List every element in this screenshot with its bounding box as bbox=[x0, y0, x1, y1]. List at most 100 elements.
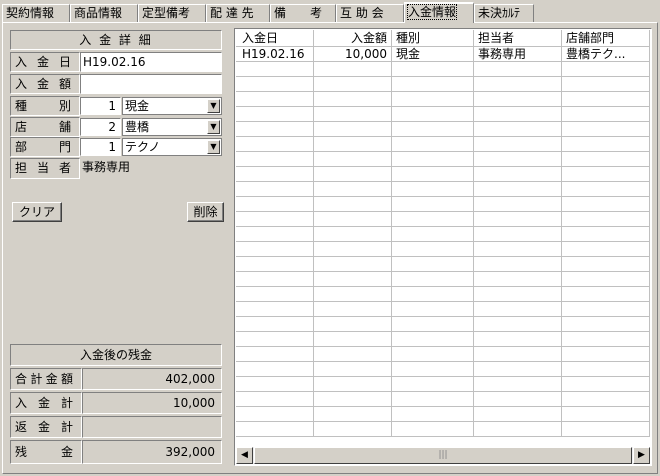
paid-total-value: 10,000 bbox=[82, 392, 222, 414]
tab-remarks[interactable]: 備 考 bbox=[270, 4, 336, 22]
empty-cell bbox=[314, 62, 392, 77]
table-row bbox=[236, 62, 650, 77]
table-row bbox=[236, 287, 650, 302]
empty-cell bbox=[236, 62, 314, 77]
tab-mutual-aid[interactable]: 互 助 会 bbox=[336, 4, 404, 22]
grid-header: 入金日 入金額 種別 担当者 店舗部門 bbox=[236, 30, 650, 47]
empty-cell bbox=[562, 287, 650, 302]
col-header-amount[interactable]: 入金額 bbox=[314, 30, 392, 47]
tab-standard-notes[interactable]: 定型備考 bbox=[138, 4, 206, 22]
delete-button[interactable]: 削除 bbox=[187, 202, 224, 222]
empty-cell bbox=[562, 407, 650, 422]
chevron-down-icon[interactable]: ▼ bbox=[207, 99, 220, 113]
table-row bbox=[236, 122, 650, 137]
empty-cell bbox=[314, 77, 392, 92]
empty-cell bbox=[562, 242, 650, 257]
empty-cell bbox=[314, 227, 392, 242]
amount-field[interactable] bbox=[80, 74, 222, 94]
empty-cell bbox=[236, 257, 314, 272]
balance-title: 入金後の残金 bbox=[10, 344, 222, 366]
dept-label: 部門 bbox=[10, 137, 80, 157]
tab-products[interactable]: 商品情報 bbox=[70, 4, 138, 22]
empty-cell bbox=[474, 152, 562, 167]
empty-cell bbox=[314, 332, 392, 347]
empty-cell bbox=[314, 167, 392, 182]
empty-cell bbox=[392, 137, 474, 152]
tab-pending-chart[interactable]: 未決ｶﾙﾃ bbox=[474, 4, 534, 22]
clear-button[interactable]: クリア bbox=[12, 202, 62, 222]
empty-cell bbox=[392, 347, 474, 362]
table-row[interactable]: H19.02.16 10,000 現金 事務専用 豊橋テク... bbox=[236, 47, 650, 62]
col-header-staff[interactable]: 担当者 bbox=[474, 30, 562, 47]
table-row bbox=[236, 272, 650, 287]
empty-cell bbox=[236, 152, 314, 167]
empty-cell bbox=[474, 317, 562, 332]
empty-cell bbox=[314, 317, 392, 332]
empty-cell bbox=[392, 107, 474, 122]
arrow-left-icon[interactable]: ◀ bbox=[236, 447, 253, 464]
tab-label: 互 助 会 bbox=[340, 6, 384, 20]
horizontal-scrollbar[interactable]: ◀ ||| ▶ bbox=[236, 447, 650, 464]
empty-cell bbox=[474, 257, 562, 272]
arrow-right-icon[interactable]: ▶ bbox=[633, 447, 650, 464]
empty-cell bbox=[474, 137, 562, 152]
empty-cell bbox=[474, 242, 562, 257]
empty-cell bbox=[392, 227, 474, 242]
empty-cell bbox=[562, 362, 650, 377]
col-header-type[interactable]: 種別 bbox=[392, 30, 474, 47]
empty-cell bbox=[236, 347, 314, 362]
chevron-down-icon[interactable]: ▼ bbox=[207, 120, 220, 134]
empty-cell bbox=[236, 422, 314, 437]
table-row bbox=[236, 422, 650, 437]
empty-cell bbox=[236, 77, 314, 92]
store-code-field[interactable]: 2 bbox=[80, 118, 121, 136]
tab-strip: 契約情報 商品情報 定型備考 配 達 先 備 考 互 助 会 入金情報 未決ｶﾙ… bbox=[0, 0, 660, 23]
empty-cell bbox=[236, 392, 314, 407]
empty-cell bbox=[562, 212, 650, 227]
empty-cell bbox=[236, 227, 314, 242]
chevron-down-icon[interactable]: ▼ bbox=[207, 140, 220, 154]
empty-cell bbox=[562, 227, 650, 242]
table-row bbox=[236, 152, 650, 167]
tab-payment-info[interactable]: 入金情報 bbox=[404, 2, 474, 23]
empty-cell bbox=[562, 92, 650, 107]
dept-select-value: テクノ bbox=[125, 140, 161, 154]
empty-cell bbox=[314, 92, 392, 107]
grid-rows: H19.02.16 10,000 現金 事務専用 豊橋テク... bbox=[236, 47, 650, 437]
empty-cell bbox=[236, 377, 314, 392]
empty-cell bbox=[392, 92, 474, 107]
store-select[interactable]: 豊橋 ▼ bbox=[122, 118, 222, 136]
empty-cell bbox=[314, 137, 392, 152]
table-row bbox=[236, 362, 650, 377]
empty-cell bbox=[392, 167, 474, 182]
empty-cell bbox=[474, 62, 562, 77]
tab-label: 配 達 先 bbox=[210, 6, 254, 20]
empty-cell bbox=[392, 212, 474, 227]
empty-cell bbox=[236, 197, 314, 212]
refund-total-label: 返金計 bbox=[10, 416, 82, 438]
table-row bbox=[236, 182, 650, 197]
empty-cell bbox=[392, 407, 474, 422]
store-label: 店舗 bbox=[10, 117, 80, 137]
scroll-thumb[interactable]: ||| bbox=[254, 447, 632, 464]
empty-cell bbox=[392, 392, 474, 407]
empty-cell bbox=[474, 167, 562, 182]
table-row bbox=[236, 212, 650, 227]
payment-grid[interactable]: 入金日 入金額 種別 担当者 店舗部門 H19.02.16 10,000 現金 … bbox=[234, 28, 652, 466]
col-header-store-dept[interactable]: 店舗部門 bbox=[562, 30, 650, 47]
tab-contract[interactable]: 契約情報 bbox=[2, 4, 70, 22]
col-header-date[interactable]: 入金日 bbox=[236, 30, 314, 47]
type-code-field[interactable]: 1 bbox=[80, 97, 121, 115]
date-field[interactable]: H19.02.16 bbox=[80, 52, 222, 72]
tab-label: 入金情報 bbox=[406, 4, 458, 20]
empty-cell bbox=[236, 122, 314, 137]
empty-cell bbox=[474, 92, 562, 107]
empty-cell bbox=[314, 392, 392, 407]
dept-select[interactable]: テクノ ▼ bbox=[122, 138, 222, 156]
type-select[interactable]: 現金 ▼ bbox=[122, 97, 222, 115]
empty-cell bbox=[314, 377, 392, 392]
dept-code-field[interactable]: 1 bbox=[80, 138, 121, 156]
tab-delivery[interactable]: 配 達 先 bbox=[206, 4, 270, 22]
empty-cell bbox=[314, 197, 392, 212]
type-label: 種別 bbox=[10, 96, 80, 116]
